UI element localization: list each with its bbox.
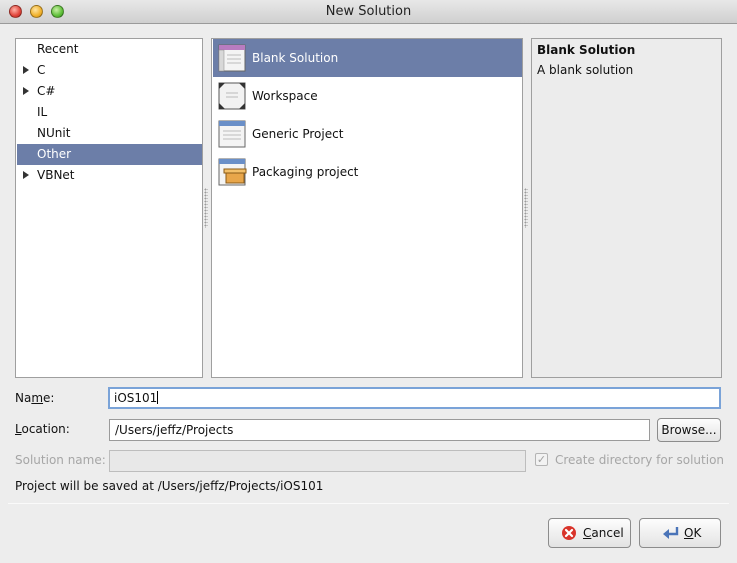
browse-button[interactable]: Browse...	[657, 418, 721, 442]
template-description-panel: Blank Solution A blank solution	[531, 38, 722, 378]
template-list[interactable]: Blank Solution Workspace Generic Project…	[211, 38, 523, 378]
pane-splitter-left[interactable]	[204, 188, 208, 228]
category-item-il[interactable]: IL	[17, 102, 202, 123]
category-item-c[interactable]: C	[17, 60, 202, 81]
category-item-nunit[interactable]: NUnit	[17, 123, 202, 144]
cancel-button[interactable]: Cancel	[548, 518, 631, 548]
text-caret	[157, 391, 159, 404]
divider	[8, 503, 729, 504]
expand-arrow-icon[interactable]	[23, 87, 29, 95]
window-title: New Solution	[325, 4, 412, 19]
category-item-recent[interactable]: Recent	[17, 39, 202, 60]
solution-name-label: Solution name:	[15, 453, 106, 467]
create-directory-checkbox[interactable]: ✓	[535, 453, 548, 466]
template-item-workspace[interactable]: Workspace	[213, 77, 522, 115]
template-item-packaging-project[interactable]: Packaging project	[213, 153, 522, 191]
generic-project-icon	[218, 120, 246, 148]
category-label: Recent	[37, 42, 79, 56]
create-directory-label: Create directory for solution	[555, 453, 725, 467]
expand-arrow-icon[interactable]	[23, 171, 29, 179]
category-item-vbnet[interactable]: VBNet	[17, 165, 202, 186]
category-label: IL	[37, 105, 48, 119]
location-input[interactable]: /Users/jeffz/Projects	[109, 419, 650, 441]
template-item-generic-project[interactable]: Generic Project	[213, 115, 522, 153]
template-label: Packaging project	[252, 165, 359, 179]
category-label: C#	[37, 84, 56, 98]
solution-name-input[interactable]	[109, 450, 526, 472]
ok-button[interactable]: OK	[639, 518, 721, 548]
new-solution-dialog: New Solution Recent C C# IL NUnit Other …	[0, 0, 737, 563]
category-label: C	[37, 63, 46, 77]
enter-arrow-icon	[663, 527, 679, 539]
category-item-csharp[interactable]: C#	[17, 81, 202, 102]
pane-splitter-right[interactable]	[524, 188, 528, 228]
category-item-other[interactable]: Other	[17, 144, 202, 165]
category-label: Other	[37, 147, 72, 161]
category-label: NUnit	[37, 126, 71, 140]
template-label: Workspace	[252, 89, 318, 103]
expand-arrow-icon[interactable]	[23, 66, 29, 74]
workspace-icon	[218, 82, 246, 110]
name-input[interactable]: iOS101	[108, 387, 721, 409]
packaging-project-icon	[218, 158, 247, 186]
location-label: Location:	[15, 422, 70, 436]
category-label: VBNet	[37, 168, 75, 182]
save-path-info: Project will be saved at /Users/jeffz/Pr…	[15, 479, 324, 493]
blank-solution-icon	[218, 44, 246, 72]
category-list[interactable]: Recent C C# IL NUnit Other VBNet	[15, 38, 203, 378]
description-title: Blank Solution	[537, 43, 636, 57]
cancel-x-icon	[562, 526, 576, 540]
description-text: A blank solution	[537, 63, 634, 77]
title-bar[interactable]: New Solution	[0, 0, 737, 24]
name-label: Name:	[15, 391, 55, 405]
template-label: Generic Project	[252, 127, 344, 141]
template-label: Blank Solution	[252, 51, 339, 65]
template-item-blank-solution[interactable]: Blank Solution	[213, 39, 522, 77]
